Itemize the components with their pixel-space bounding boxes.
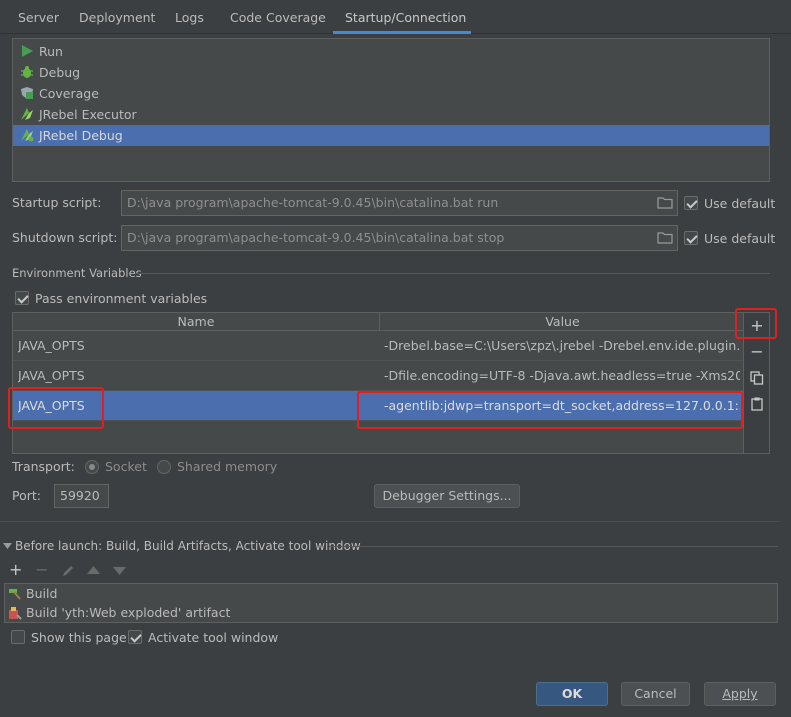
bug-icon xyxy=(21,66,33,78)
cancel-button[interactable]: Cancel xyxy=(621,682,690,706)
shutdown-use-default-checkbox[interactable] xyxy=(684,231,698,245)
show-page-checkbox[interactable] xyxy=(11,630,25,644)
port-label: Port: xyxy=(12,488,41,503)
move-down-icon[interactable] xyxy=(113,567,126,575)
pass-env-label: Pass environment variables xyxy=(35,291,208,306)
tab-logs[interactable]: Logs xyxy=(163,0,216,34)
remove-task-icon[interactable]: − xyxy=(35,561,48,579)
table-row[interactable]: JAVA_OPTS -Drebel.base=C:\Users\zpz\.jre… xyxy=(13,331,743,361)
before-launch-item-build[interactable]: Build xyxy=(5,584,57,603)
transport-shared-memory-radio[interactable] xyxy=(157,460,171,474)
apply-button[interactable]: Apply xyxy=(704,682,776,706)
before-launch-title: Before launch: Build, Build Artifacts, A… xyxy=(15,539,361,553)
tab-bar: Server Deployment Logs Code Coverage Sta… xyxy=(0,0,791,34)
shutdown-script-field[interactable]: D:\java program\apache-tomcat-9.0.45\bin… xyxy=(121,225,678,251)
env-name-cell[interactable]: JAVA_OPTS xyxy=(18,331,373,361)
env-value-cell[interactable]: -Drebel.base=C:\Users\zpz\.jrebel -Drebe… xyxy=(384,331,740,361)
startup-use-default-checkbox[interactable] xyxy=(684,196,698,210)
folder-icon[interactable] xyxy=(657,196,673,209)
remove-icon[interactable]: − xyxy=(748,343,766,361)
env-section-label: Environment Variables xyxy=(12,266,142,280)
pass-env-checkbox[interactable] xyxy=(15,291,29,305)
activate-tool-window-checkbox[interactable] xyxy=(128,630,142,644)
highlight-add-button xyxy=(735,308,777,339)
shutdown-use-default-label: Use default xyxy=(704,231,776,246)
env-section-divider xyxy=(136,273,770,274)
section-divider xyxy=(0,521,780,522)
hammer-icon xyxy=(9,589,21,600)
paste-icon[interactable] xyxy=(748,395,766,413)
env-table-header: Name Value xyxy=(13,313,743,331)
move-up-icon[interactable] xyxy=(87,566,100,574)
highlight-selected-value xyxy=(357,391,743,429)
before-launch-divider xyxy=(329,546,778,547)
add-task-icon[interactable]: + xyxy=(9,561,22,579)
debugger-settings-button[interactable]: Debugger Settings... xyxy=(374,484,520,508)
play-icon xyxy=(22,45,33,57)
before-launch-item-artifact[interactable]: Build 'yth:Web exploded' artifact xyxy=(5,603,230,622)
env-value-cell[interactable]: -Dfile.encoding=UTF-8 -Djava.awt.headles… xyxy=(384,361,740,391)
highlight-selected-name xyxy=(8,387,104,429)
run-mode-debug[interactable]: Debug xyxy=(13,62,769,83)
tab-code-coverage[interactable]: Code Coverage xyxy=(218,0,338,34)
startup-script-field[interactable]: D:\java program\apache-tomcat-9.0.45\bin… xyxy=(121,190,678,216)
transport-socket-label: Socket xyxy=(105,459,147,474)
run-mode-list[interactable]: Run Debug Coverage JRebel Executor JRebe… xyxy=(12,38,770,182)
collapse-triangle-icon[interactable] xyxy=(3,543,12,550)
jrebel-debug-icon xyxy=(21,129,34,142)
tab-startup-connection[interactable]: Startup/Connection xyxy=(333,0,471,34)
activate-tool-window-label: Activate tool window xyxy=(148,630,279,645)
run-mode-jrebel-debug[interactable]: JRebel Debug xyxy=(13,125,769,146)
startup-script-label: Startup script: xyxy=(12,195,102,210)
run-mode-coverage[interactable]: Coverage xyxy=(13,83,769,104)
shutdown-script-label: Shutdown script: xyxy=(12,230,118,245)
jrebel-icon xyxy=(21,108,33,120)
tab-server[interactable]: Server xyxy=(6,0,71,34)
startup-use-default-label: Use default xyxy=(704,196,776,211)
show-page-label: Show this page xyxy=(31,630,127,645)
column-header-value[interactable]: Value xyxy=(379,313,743,331)
ok-button[interactable]: OK xyxy=(536,682,608,706)
run-mode-jrebel-executor[interactable]: JRebel Executor xyxy=(13,104,769,125)
before-launch-list[interactable]: Build Build 'yth:Web exploded' artifact xyxy=(4,583,778,623)
folder-icon[interactable] xyxy=(657,231,673,244)
copy-icon[interactable] xyxy=(748,369,766,387)
port-input[interactable]: 59920 xyxy=(54,484,109,508)
edit-task-icon[interactable] xyxy=(61,564,75,578)
tab-deployment[interactable]: Deployment xyxy=(67,0,167,34)
transport-socket-radio[interactable] xyxy=(85,460,99,474)
transport-shared-memory-label: Shared memory xyxy=(177,459,278,474)
column-header-name[interactable]: Name xyxy=(13,313,379,331)
table-row[interactable]: JAVA_OPTS -Dfile.encoding=UTF-8 -Djava.a… xyxy=(13,361,743,391)
run-mode-run[interactable]: Run xyxy=(13,41,769,62)
artifact-icon xyxy=(9,607,22,620)
env-table: Name Value JAVA_OPTS -Drebel.base=C:\Use… xyxy=(12,312,744,454)
transport-label: Transport: xyxy=(12,459,75,474)
shield-icon xyxy=(21,87,33,99)
